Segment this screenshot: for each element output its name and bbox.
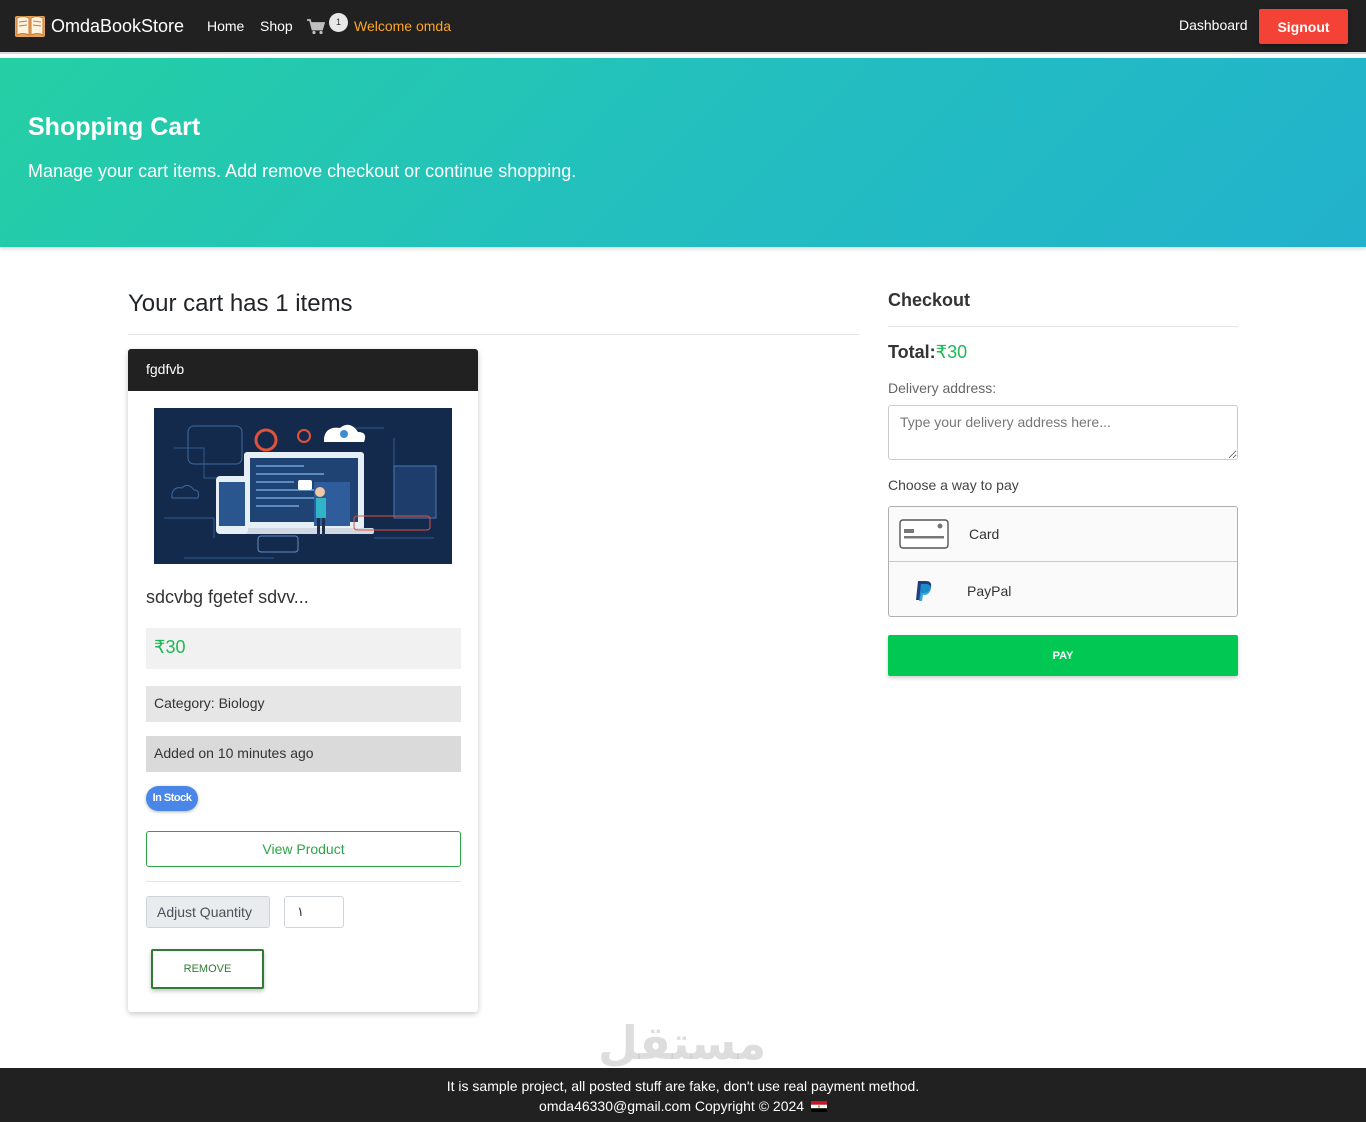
product-added-date: Added on 10 minutes ago: [146, 736, 461, 772]
product-image: [154, 408, 452, 564]
checkout-total: Total:₹30: [888, 342, 967, 363]
stock-badge: In Stock: [146, 786, 198, 811]
footer: It is sample project, all posted stuff a…: [0, 1068, 1366, 1122]
egypt-flag-icon: [810, 1101, 827, 1112]
nav-shop[interactable]: Shop: [260, 18, 293, 34]
payment-method-label: Choose a way to pay: [888, 477, 1019, 493]
cart-item-card: fgdfvb sdcvbg fgetef sdvv... ₹30 Categor…: [128, 349, 478, 1012]
pay-button[interactable]: PAY: [888, 635, 1238, 676]
payment-option-paypal[interactable]: PayPal: [889, 563, 1237, 618]
hero-banner: Shopping Cart Manage your cart items. Ad…: [0, 58, 1366, 247]
view-product-button[interactable]: View Product: [146, 831, 461, 867]
card-icon: [899, 519, 949, 549]
card-header: fgdfvb: [128, 349, 478, 391]
quantity-input[interactable]: [284, 896, 344, 928]
payment-option-card[interactable]: Card: [889, 507, 1237, 562]
navbar: OmdaBookStore Home Shop 1 Welcome omda D…: [0, 0, 1366, 54]
payment-option-card-label: Card: [969, 526, 1000, 542]
delivery-address-input[interactable]: [888, 405, 1238, 460]
payment-option-paypal-label: PayPal: [967, 582, 1012, 599]
adjust-quantity-label: Adjust Quantity: [146, 896, 270, 928]
nav-home[interactable]: Home: [207, 18, 244, 34]
payment-options: Card PayPal: [888, 506, 1238, 617]
book-icon: [15, 16, 45, 37]
signout-button[interactable]: Signout: [1259, 9, 1348, 44]
cart-count-badge: 1: [329, 13, 348, 32]
product-price: ₹30: [146, 628, 461, 669]
remove-button[interactable]: REMOVE: [151, 949, 264, 989]
total-value: ₹30: [935, 342, 968, 362]
welcome-text: Welcome omda: [354, 18, 452, 34]
footer-disclaimer: It is sample project, all posted stuff a…: [446, 1078, 920, 1094]
cart-icon[interactable]: [307, 19, 325, 35]
checkout-divider: [888, 326, 1238, 327]
brand-link[interactable]: OmdaBookStore: [14, 13, 184, 39]
divider: [128, 334, 859, 335]
paypal-icon: [916, 580, 932, 601]
brand-name: OmdaBookStore: [51, 15, 185, 36]
footer-copyright-line: omda46330@gmail.com Copyright © 2024: [0, 1096, 1366, 1116]
page-title: Shopping Cart: [28, 113, 201, 141]
delivery-address-label: Delivery address:: [888, 380, 997, 396]
footer-copyright: omda46330@gmail.com Copyright © 2024: [539, 1098, 805, 1114]
page-subtitle: Manage your cart items. Add remove check…: [28, 161, 577, 181]
watermark-logo: مستقل: [598, 1016, 767, 1070]
total-label: Total:: [888, 342, 936, 362]
cart-title: Your cart has 1 items: [128, 290, 353, 317]
card-divider: [146, 881, 461, 882]
dashboard-link[interactable]: Dashboard: [1179, 17, 1248, 33]
product-title: sdcvbg fgetef sdvv...: [146, 587, 309, 607]
product-category: Category: Biology: [146, 686, 461, 722]
checkout-title: Checkout: [888, 290, 971, 310]
